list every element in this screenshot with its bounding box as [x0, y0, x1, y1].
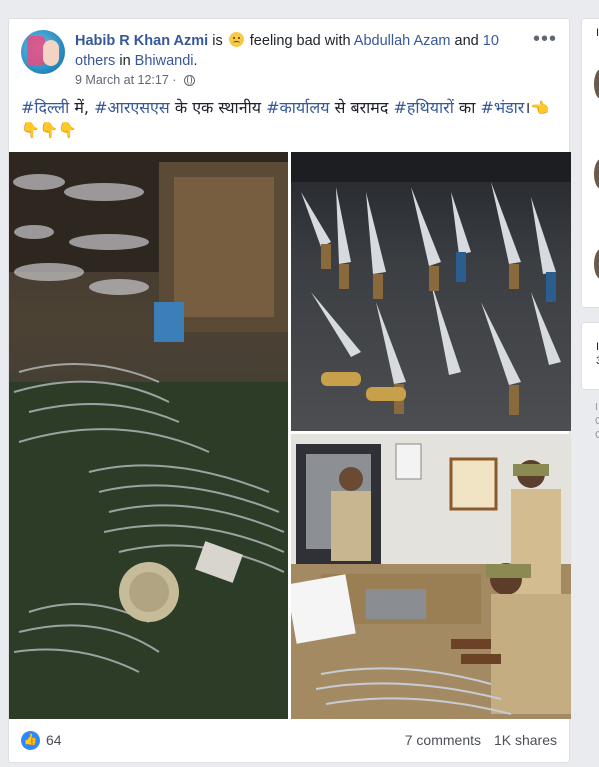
post-card: Habib R Khan Azmi is feeling bad with Ab… — [8, 18, 571, 763]
side-panel-card: I — [581, 18, 599, 308]
and-text: and — [454, 33, 479, 49]
post-text-part: का — [453, 98, 481, 117]
photo-grid — [9, 152, 571, 719]
post-text-part: के एक स्थानीय — [169, 98, 267, 117]
post-header: Habib R Khan Azmi is feeling bad with Ab… — [75, 31, 515, 71]
photo-weapons-room[interactable] — [9, 152, 288, 719]
hand-left-emoji-icon: 👈 — [530, 99, 550, 117]
like-count[interactable]: 64 — [46, 732, 62, 748]
author-name[interactable]: Habib R Khan Azmi — [75, 33, 208, 49]
side-panel-card: I 3 — [581, 322, 599, 390]
post-text-part: से बरामद — [329, 98, 394, 117]
side-text: I — [595, 402, 598, 413]
side-avatar[interactable] — [594, 249, 599, 279]
photo-police-inspection[interactable] — [291, 434, 571, 719]
hashtag-link[interactable]: #आरएसएस — [94, 98, 170, 117]
post-text-part: में, — [69, 98, 95, 117]
location-link[interactable]: Bhiwandi — [135, 53, 194, 69]
post-text: #दिल्ली में, #आरएसएस के एक स्थानीय #कार्… — [21, 97, 561, 141]
comments-link[interactable]: 7 comments — [405, 732, 481, 748]
globe-icon[interactable] — [183, 75, 195, 86]
hashtag-link[interactable]: #कार्यालय — [266, 98, 329, 117]
period-text: . — [193, 53, 198, 69]
side-text: C — [595, 416, 599, 427]
post-meta: 9 March at 12:17 · — [75, 73, 195, 87]
meta-separator: · — [172, 73, 177, 87]
more-icon[interactable]: ••• — [533, 29, 557, 49]
sad-emoji-icon — [228, 32, 244, 47]
tagged-user-link[interactable]: Abdullah Azam — [354, 33, 451, 49]
side-avatar[interactable] — [594, 69, 599, 99]
like-icon[interactable]: 👍 — [21, 731, 40, 750]
hand-down-emoji-icon: 👇👇👇 — [21, 121, 78, 139]
feeling-text: feeling bad with — [249, 33, 351, 49]
hashtag-link[interactable]: #हथियारों — [393, 98, 453, 117]
hashtag-link[interactable]: #भंडार — [480, 98, 524, 117]
hashtag-link[interactable]: #दिल्ली — [21, 98, 69, 117]
timestamp-link[interactable]: 9 March at 12:17 — [75, 73, 169, 87]
post-footer: 👍 64 7 comments 1K shares — [9, 719, 571, 763]
photo-knives[interactable] — [291, 152, 571, 431]
shares-link[interactable]: 1K shares — [494, 732, 557, 748]
side-avatar[interactable] — [594, 159, 599, 189]
avatar[interactable] — [21, 30, 65, 74]
in-text: in — [119, 53, 131, 69]
verb-text: is — [212, 33, 223, 49]
side-text: C — [595, 430, 599, 441]
